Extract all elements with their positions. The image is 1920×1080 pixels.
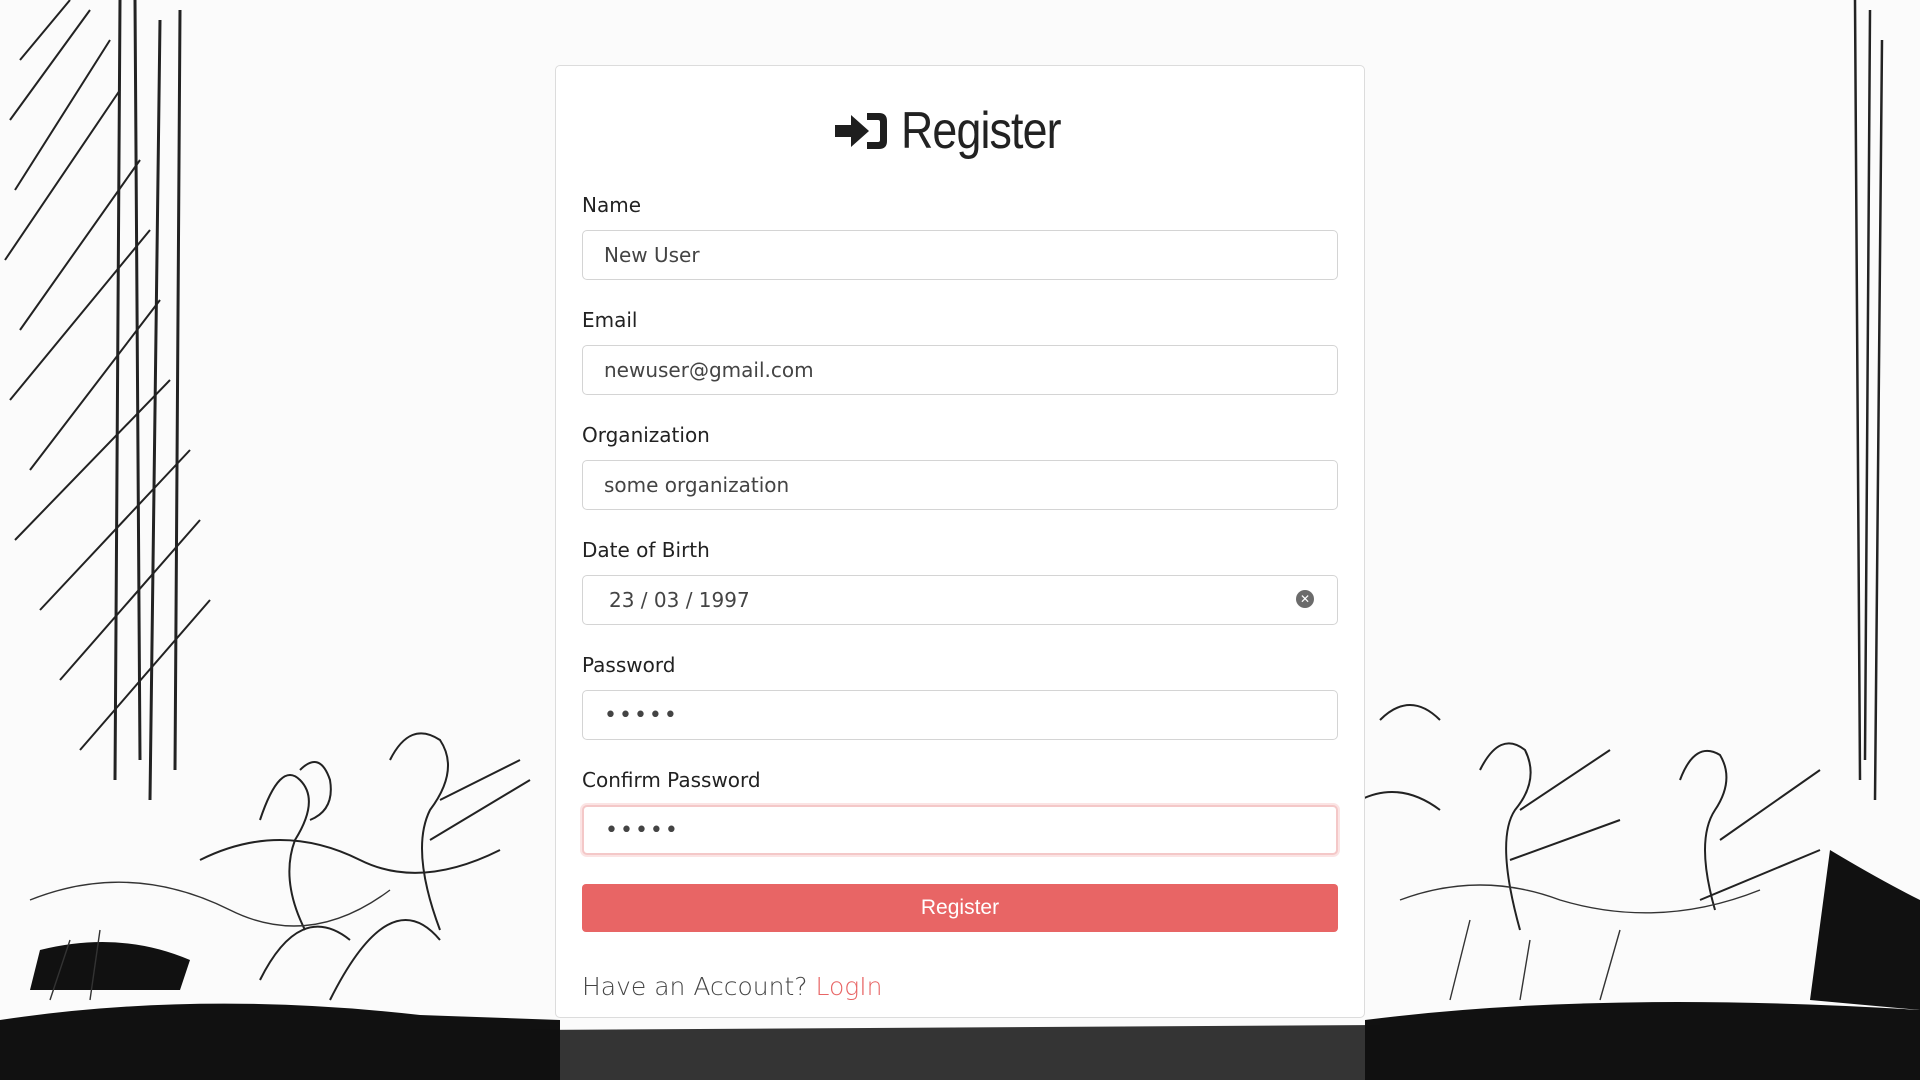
confirm-password-input[interactable]	[582, 805, 1338, 855]
organization-label: Organization	[582, 423, 710, 447]
password-label: Password	[582, 653, 676, 677]
email-label: Email	[582, 308, 638, 332]
password-input[interactable]	[582, 690, 1338, 740]
login-link[interactable]: LogIn	[816, 972, 883, 1001]
name-input[interactable]	[582, 230, 1338, 280]
dob-field: ✕	[582, 575, 1338, 625]
login-prompt: Have an Account? LogIn	[582, 972, 1338, 1001]
login-prompt-text: Have an Account?	[582, 972, 808, 1001]
register-card: Register Name Email Organization Date of…	[555, 65, 1365, 1018]
page-title: Register	[582, 66, 1338, 186]
register-button[interactable]: Register	[582, 884, 1338, 932]
title-text: Register	[901, 102, 1062, 160]
confirm-password-label: Confirm Password	[582, 768, 761, 792]
clear-date-icon[interactable]: ✕	[1296, 590, 1314, 608]
dob-label: Date of Birth	[582, 538, 710, 562]
organization-input[interactable]	[582, 460, 1338, 510]
sign-in-icon	[833, 109, 889, 153]
name-label: Name	[582, 193, 642, 217]
dob-input[interactable]	[582, 575, 1338, 625]
page: Register Name Email Organization Date of…	[0, 0, 1920, 1080]
email-input[interactable]	[582, 345, 1338, 395]
